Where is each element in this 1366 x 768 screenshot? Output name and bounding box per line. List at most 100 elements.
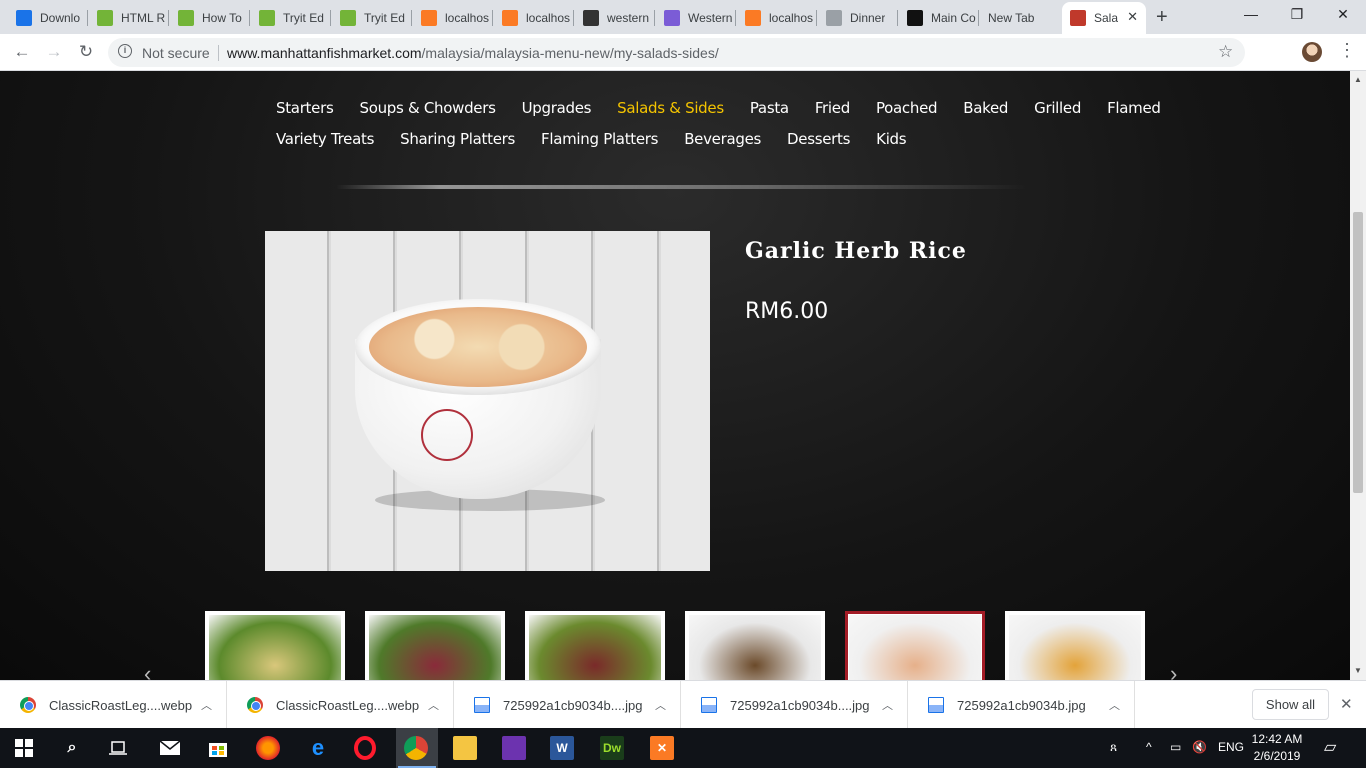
browser-menu-icon[interactable]: ⋮	[1338, 40, 1356, 61]
download-filename: ClassicRoastLeg....webp	[49, 697, 193, 713]
thumbnail-french-fries[interactable]	[1005, 611, 1145, 680]
chevron-up-icon[interactable]: ^	[1146, 740, 1152, 754]
thumbnail-mushroom-soup-bowl[interactable]	[685, 611, 825, 680]
xampp-icon[interactable]: ✕	[650, 736, 674, 760]
category-link[interactable]: Baked	[963, 99, 1008, 117]
image-file-icon	[474, 697, 490, 713]
browser-tab[interactable]: New Tab	[980, 4, 1060, 32]
browser-tab[interactable]: localhos	[413, 4, 493, 32]
browser-tab[interactable]: Dinner	[818, 4, 898, 32]
start-windows-icon[interactable]	[12, 736, 36, 760]
browser-tab[interactable]: Downlo	[8, 4, 88, 32]
download-item[interactable]: 725992a1cb9034b....jpg ︿	[454, 681, 681, 729]
w3schools-icon	[97, 10, 113, 26]
notifications-icon[interactable]: ▱	[1324, 737, 1336, 757]
info-icon[interactable]: i	[118, 44, 132, 58]
category-link[interactable]: Upgrades	[522, 99, 592, 117]
volume-muted-icon[interactable]: 🔇	[1192, 740, 1207, 754]
category-link[interactable]: Fried	[815, 99, 850, 117]
word-icon[interactable]: W	[550, 736, 574, 760]
xampp-icon	[502, 10, 518, 26]
browser-tab[interactable]: Sala ✕	[1062, 2, 1146, 34]
close-downloads-icon[interactable]: ✕	[1340, 695, 1353, 713]
system-clock[interactable]: 12:42 AM 2/6/2019	[1248, 731, 1306, 765]
people-icon[interactable]: ጸ	[1110, 740, 1117, 755]
task-view-icon[interactable]	[106, 736, 130, 760]
visual-studio-icon[interactable]	[502, 736, 526, 760]
store-icon[interactable]	[206, 736, 230, 760]
carousel-prev-icon[interactable]: ‹	[144, 661, 151, 680]
back-arrow-icon[interactable]: ←	[12, 42, 32, 62]
thumbnail-caesar-salad[interactable]	[205, 611, 345, 680]
xampp-icon	[421, 10, 437, 26]
maximize-button[interactable]: ❐	[1274, 6, 1320, 23]
show-all-button[interactable]: Show all	[1252, 689, 1329, 720]
category-link[interactable]: Salads & Sides	[617, 99, 724, 117]
category-link[interactable]: Beverages	[684, 130, 761, 148]
browser-tab[interactable]: Main Co	[899, 4, 979, 32]
scroll-down-icon[interactable]: ▼	[1354, 666, 1362, 675]
minimize-button[interactable]: —	[1228, 6, 1274, 22]
category-link[interactable]: Soups & Chowders	[359, 99, 495, 117]
reload-icon[interactable]: ↻	[76, 42, 96, 62]
battery-icon[interactable]: ▭	[1170, 740, 1181, 754]
firefox-icon[interactable]	[256, 736, 280, 760]
page-scrollbar[interactable]: ▲ ▼	[1350, 71, 1366, 680]
thumbnail-beef-salad[interactable]	[525, 611, 665, 680]
category-link[interactable]: Flaming Platters	[541, 130, 658, 148]
thumbnail-image	[529, 615, 661, 680]
address-bar[interactable]: i Not secure www.manhattanfishmarket.com…	[108, 38, 1245, 67]
bookmark-star-icon[interactable]: ☆	[1218, 42, 1233, 62]
chevron-up-icon[interactable]: ︿	[201, 697, 212, 713]
category-link[interactable]: Poached	[876, 99, 938, 117]
chevron-up-icon[interactable]: ︿	[882, 697, 893, 713]
browser-tab[interactable]: localhos	[737, 4, 817, 32]
page-content: Starters Soups & Chowders Upgrades Salads &…	[0, 71, 1350, 680]
scroll-up-icon[interactable]: ▲	[1354, 75, 1362, 84]
download-item[interactable]: 725992a1cb9034b.jpg ︿	[908, 681, 1135, 729]
category-link[interactable]: Variety Treats	[276, 130, 374, 148]
browser-tab[interactable]: How To	[170, 4, 250, 32]
edge-icon[interactable]: e	[306, 735, 330, 760]
opera-icon[interactable]	[354, 736, 376, 760]
forward-arrow-icon[interactable]: →	[44, 42, 64, 62]
browser-tab[interactable]: Tryit Ed	[251, 4, 331, 32]
category-link[interactable]: Starters	[276, 99, 334, 117]
chevron-up-icon[interactable]: ︿	[655, 697, 666, 713]
browser-tab[interactable]: localhos	[494, 4, 574, 32]
security-label[interactable]: Not secure	[142, 45, 210, 61]
url-path: /malaysia/malaysia-menu-new/my-salads-si…	[421, 45, 719, 61]
download-item[interactable]: ClassicRoastLeg....webp ︿	[227, 681, 454, 729]
file-explorer-icon[interactable]	[453, 736, 477, 760]
download-item[interactable]: 725992a1cb9034b....jpg ︿	[681, 681, 908, 729]
browser-tab[interactable]: HTML R	[89, 4, 169, 32]
s-logo-icon	[907, 10, 923, 26]
scrollbar-thumb[interactable]	[1353, 212, 1363, 493]
download-item[interactable]: ClassicRoastLeg....webp ︿	[0, 681, 227, 729]
mail-icon[interactable]	[158, 736, 182, 760]
chevron-up-icon[interactable]: ︿	[1109, 697, 1120, 713]
category-link[interactable]: Flamed	[1107, 99, 1161, 117]
url-text[interactable]: www.manhattanfishmarket.com/malaysia/mal…	[227, 45, 719, 61]
category-link[interactable]: Grilled	[1034, 99, 1081, 117]
thumbnail-image	[209, 615, 341, 680]
browser-tab[interactable]: Tryit Ed	[332, 4, 412, 32]
category-link[interactable]: Kids	[876, 130, 906, 148]
new-tab-button[interactable]: +	[1156, 6, 1168, 29]
dreamweaver-icon[interactable]: Dw	[600, 736, 624, 760]
thumbnail-garden-salad[interactable]	[365, 611, 505, 680]
chrome-icon[interactable]	[404, 736, 428, 760]
language-indicator[interactable]: ENG	[1218, 740, 1244, 754]
search-icon[interactable]: ⌕	[60, 736, 84, 760]
profile-avatar[interactable]	[1302, 42, 1322, 62]
close-tab-icon[interactable]: ✕	[1127, 9, 1138, 25]
carousel-next-icon[interactable]: ›	[1170, 661, 1177, 680]
category-link[interactable]: Pasta	[750, 99, 789, 117]
category-link[interactable]: Sharing Platters	[400, 130, 515, 148]
category-link[interactable]: Desserts	[787, 130, 850, 148]
close-window-button[interactable]: ✕	[1320, 6, 1366, 23]
browser-tab[interactable]: Western	[656, 4, 736, 32]
thumbnail-garlic-herb-rice[interactable]	[845, 611, 985, 680]
browser-tab[interactable]: western	[575, 4, 655, 32]
chevron-up-icon[interactable]: ︿	[428, 697, 439, 713]
